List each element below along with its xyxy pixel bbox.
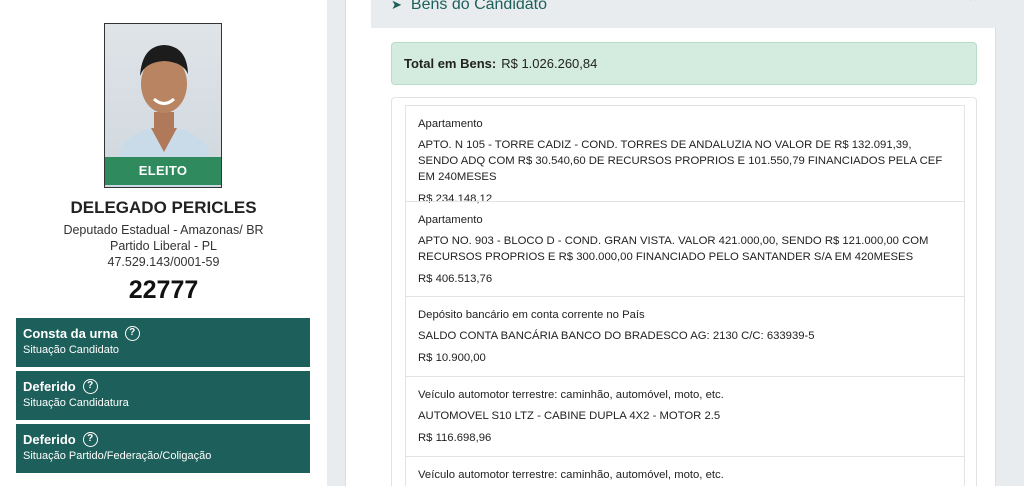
status-subtitle: Situação Candidatura — [23, 397, 129, 409]
asset-type: Veículo automotor terrestre: caminhão, a… — [418, 389, 724, 401]
candidate-photo: ELEITO — [104, 23, 222, 188]
assets-header[interactable]: ➤ Bens do Candidato ⌃ — [371, 0, 997, 28]
chevron-up-icon[interactable]: ⌃ — [967, 0, 979, 11]
asset-type: Apartamento — [418, 214, 483, 226]
candidate-office: Deputado Estadual - Amazonas/ BR — [63, 223, 264, 237]
status-party: Deferido? Situação Partido/Federação/Col… — [16, 424, 310, 473]
asset-description: AUTOMOVEL S10 LTZ - CABINE DUPLA 4X2 - M… — [418, 410, 721, 422]
asset-value: R$ 406.513,76 — [418, 273, 493, 285]
rocket-icon: ➤ — [391, 0, 402, 12]
candidate-number: 22777 — [128, 276, 199, 304]
section-title: ➤ Bens do Candidato — [391, 0, 547, 14]
status-title: Deferido — [23, 379, 76, 394]
assets-card: ➤ Bens do Candidato ⌃ Total em Bens: R$ … — [345, 0, 997, 486]
asset-description: APTO. N 105 - TORRE CADIZ - COND. TORRES… — [418, 139, 943, 183]
total-label: Total em Bens: — [404, 56, 497, 71]
asset-type: Veículo automotor terrestre: caminhão, a… — [418, 469, 724, 481]
status-subtitle: Situação Partido/Federação/Coligação — [23, 450, 212, 462]
asset-type: Depósito bancário em conta corrente no P… — [418, 309, 645, 321]
candidate-cnpj: 47.529.143/0001-59 — [107, 255, 220, 269]
total-assets-alert: Total em Bens: R$ 1.026.260,84 — [391, 42, 977, 85]
total-value: R$ 1.026.260,84 — [501, 56, 598, 71]
asset-type: Apartamento — [418, 118, 483, 130]
asset-value: R$ 116.698,96 — [418, 432, 492, 444]
status-title: Consta da urna — [23, 326, 118, 341]
question-circle-icon[interactable]: ? — [82, 432, 98, 447]
status-candidacy: Deferido? Situação Candidatura — [16, 371, 310, 420]
asset-value: R$ 10.900,00 — [418, 352, 486, 364]
asset-item: Apartamento APTO NO. 903 - BLOCO D - CON… — [405, 201, 965, 297]
asset-item: Apartamento APTO. N 105 - TORRE CADIZ - … — [405, 105, 965, 205]
question-circle-icon[interactable]: ? — [82, 379, 98, 394]
status-candidate: Consta da urna? Situação Candidato — [16, 318, 310, 367]
asset-description: SALDO CONTA BANCÁRIA BANCO DO BRADESCO A… — [418, 330, 815, 342]
candidate-panel: ELEITO DELEGADO PERICLES Deputado Estadu… — [0, 0, 327, 486]
elected-badge: ELEITO — [105, 157, 221, 185]
status-subtitle: Situação Candidato — [23, 344, 120, 356]
asset-description: APTO NO. 903 - BLOCO D - COND. GRAN VIST… — [418, 235, 929, 263]
candidate-party: Partido Liberal - PL — [109, 239, 217, 253]
asset-item: Veículo automotor terrestre: caminhão, a… — [405, 456, 965, 486]
assets-list: Apartamento APTO. N 105 - TORRE CADIZ - … — [391, 97, 977, 486]
question-circle-icon[interactable]: ? — [124, 326, 140, 341]
asset-item: Depósito bancário em conta corrente no P… — [405, 296, 965, 377]
section-title-text: Bens do Candidato — [410, 0, 548, 13]
asset-item: Veículo automotor terrestre: caminhão, a… — [405, 376, 965, 457]
status-title: Deferido — [23, 432, 76, 447]
candidate-name: DELEGADO PERICLES — [70, 198, 257, 217]
